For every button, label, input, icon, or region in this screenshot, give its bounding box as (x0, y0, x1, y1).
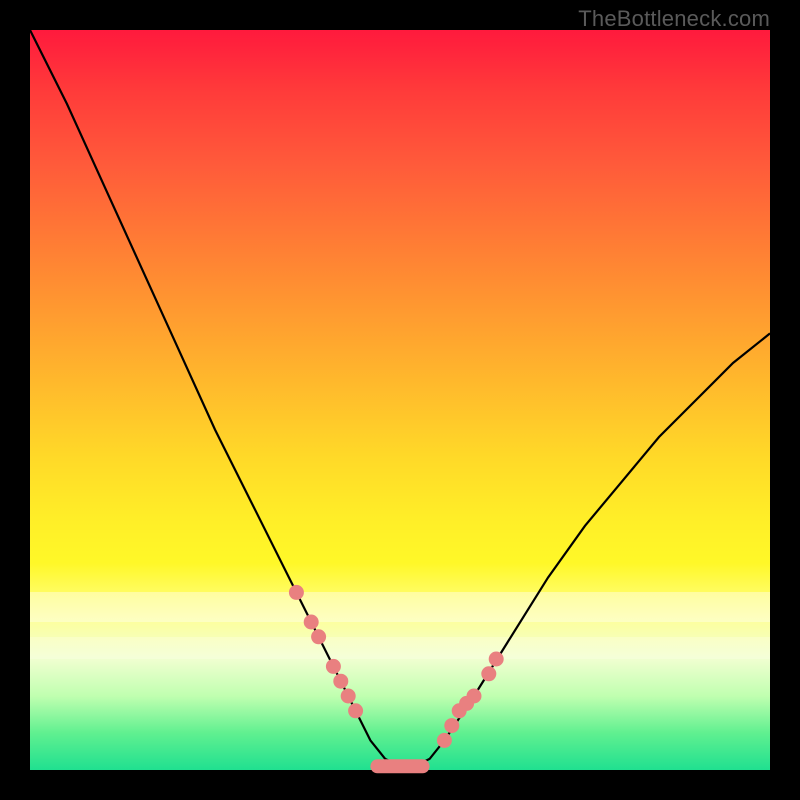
bottom-marker-bar (370, 759, 429, 773)
curve-svg (30, 30, 770, 770)
marker-dot (304, 615, 319, 630)
marker-cluster-right (437, 652, 504, 748)
bottleneck-curve (30, 30, 770, 766)
marker-dot (467, 689, 482, 704)
marker-dot (311, 629, 326, 644)
marker-dot (289, 585, 304, 600)
marker-dot (437, 733, 452, 748)
marker-dot (333, 674, 348, 689)
marker-dot (489, 652, 504, 667)
marker-dot (326, 659, 341, 674)
watermark-text: TheBottleneck.com (578, 6, 770, 32)
chart-stage: TheBottleneck.com (0, 0, 800, 800)
marker-dot (341, 689, 356, 704)
plot-area (30, 30, 770, 770)
marker-dot (444, 718, 459, 733)
marker-dot (481, 666, 496, 681)
marker-dot (348, 703, 363, 718)
